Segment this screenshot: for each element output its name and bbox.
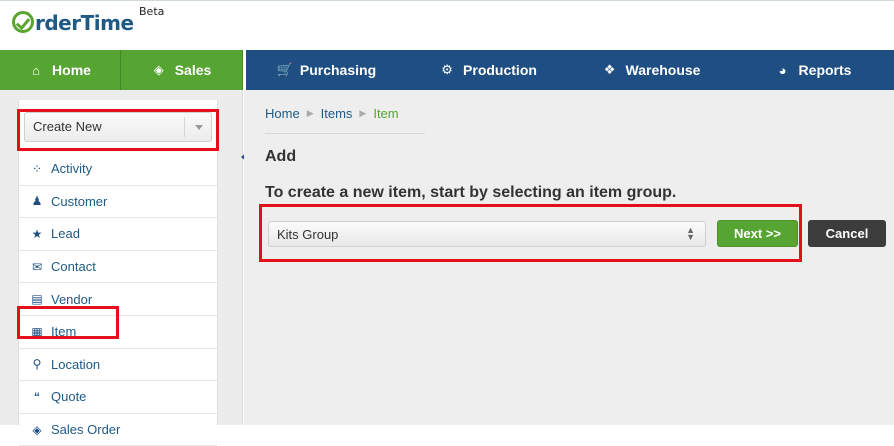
sidebar-item-lead[interactable]: ★ Lead <box>19 218 217 251</box>
breadcrumb-divider <box>265 133 425 134</box>
nav-production[interactable]: ⚙ Production <box>407 50 570 90</box>
sidebar-item-label: Vendor <box>51 291 93 307</box>
breadcrumb: Home ▶ Items ▶ Item <box>265 106 399 121</box>
nav-production-label: Production <box>463 62 537 78</box>
sidebar-item-customer[interactable]: ♟ Customer <box>19 186 217 219</box>
envelope-icon: ✉ <box>31 259 43 274</box>
nav-purchasing[interactable]: 🛒 Purchasing <box>246 50 407 90</box>
quote-icon: “ <box>34 389 40 404</box>
spinner-icon: ⁘ <box>31 161 43 176</box>
home-icon: ⌂ <box>32 62 40 78</box>
nav-reports[interactable]: ◕ Reports <box>733 50 894 90</box>
sidebar-item-label: Customer <box>51 193 108 209</box>
pie-chart-icon: ◕ <box>778 62 787 78</box>
nav-reports-label: Reports <box>798 62 852 78</box>
star-icon: ★ <box>31 226 43 241</box>
highlight-item-group <box>259 204 802 262</box>
sidebar-item-contact[interactable]: ✉ Contact <box>19 251 217 284</box>
nav-home[interactable]: ⌂ Home <box>0 50 121 90</box>
nav-sales[interactable]: ◈ Sales <box>121 50 243 90</box>
checkmark-o-icon <box>12 11 34 33</box>
cart-icon: 🛒 <box>276 62 294 77</box>
nav-home-label: Home <box>52 62 91 78</box>
nav-sales-label: Sales <box>174 62 212 78</box>
sidebar-item-sales-order[interactable]: ◈ Sales Order <box>19 414 217 446</box>
sidebar-item-label: Lead <box>51 226 80 242</box>
top-bar: rderTime Beta <box>0 0 894 50</box>
breadcrumb-separator-icon: ▶ <box>359 108 367 118</box>
breadcrumb-home[interactable]: Home <box>265 106 300 121</box>
map-marker-icon: ⚲ <box>32 357 42 372</box>
breadcrumb-separator-icon: ▶ <box>306 108 314 118</box>
nav-purchasing-label: Purchasing <box>299 62 377 78</box>
user-icon: ♟ <box>31 194 43 209</box>
nav-warehouse-label: Warehouse <box>625 62 701 78</box>
nav-warehouse[interactable]: ❖ Warehouse <box>570 50 733 90</box>
sidebar-item-label: Activity <box>51 161 93 177</box>
sidebar-item-quote[interactable]: “ Quote <box>19 381 217 414</box>
sidebar-item-activity[interactable]: ⁘ Activity <box>19 153 217 186</box>
sidebar-item-label: Quote <box>51 389 87 405</box>
sidebar-item-label: Location <box>51 356 101 372</box>
breadcrumb-item: Item <box>373 106 399 121</box>
instruction-text: To create a new item, start by selecting… <box>265 184 677 201</box>
sidebar-item-label: Contact <box>51 259 96 275</box>
sidebar-item-location[interactable]: ⚲ Location <box>19 349 217 382</box>
tag-icon: ◈ <box>153 62 164 77</box>
cancel-button[interactable]: Cancel <box>808 220 886 247</box>
create-menu: ⁘ Activity ♟ Customer ★ Lead ✉ Contact ▤… <box>19 153 217 446</box>
main-nav: ⌂ Home ◈ Sales 🛒 Purchasing ⚙ Production… <box>0 50 894 90</box>
highlight-item <box>17 306 119 339</box>
logo-text: rderTime <box>35 11 134 35</box>
ordertime-logo[interactable]: rderTime Beta <box>12 5 164 35</box>
sidebar-item-label: Sales Order <box>51 422 121 438</box>
box-icon: ❖ <box>603 62 616 77</box>
gears-icon: ⚙ <box>441 62 453 77</box>
archive-icon: ▤ <box>31 292 43 307</box>
breadcrumb-items[interactable]: Items <box>321 106 353 121</box>
highlight-create-new <box>17 109 219 151</box>
beta-label: Beta <box>139 5 165 18</box>
page-title: Add <box>265 148 297 165</box>
